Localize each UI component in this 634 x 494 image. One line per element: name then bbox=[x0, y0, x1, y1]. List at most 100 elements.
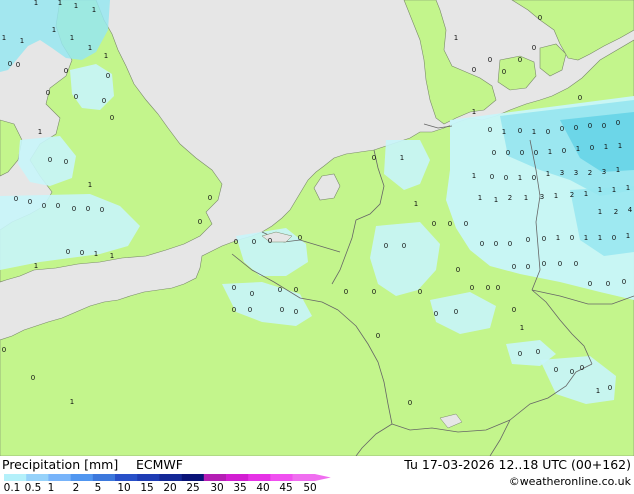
precip-value-label: 0 bbox=[612, 234, 616, 242]
precip-value-label: 0 bbox=[502, 68, 506, 76]
legend-tick-label: 0.1 bbox=[3, 482, 21, 494]
precip-value-label: 0 bbox=[488, 56, 492, 64]
credit-text: ©weatheronline.co.uk bbox=[508, 475, 631, 488]
precip-value-label: 0 bbox=[506, 149, 510, 157]
legend-tick-label: 30 bbox=[210, 482, 224, 494]
precip-value-label: 0 bbox=[488, 126, 492, 134]
legend-swatch bbox=[92, 474, 116, 481]
precip-value-label: 0 bbox=[536, 348, 540, 356]
precip-value-label: 1 bbox=[520, 324, 524, 332]
map-title: Precipitation [mm] bbox=[2, 457, 119, 472]
legend-tick-label: 10 bbox=[117, 482, 131, 494]
precip-value-label: 0 bbox=[558, 260, 562, 268]
precip-value-label: 0 bbox=[232, 306, 236, 314]
precip-value-label: 0 bbox=[512, 263, 516, 271]
precip-value-label: 0 bbox=[542, 235, 546, 243]
precip-value-label: 0 bbox=[42, 202, 46, 210]
precip-value-label: 0 bbox=[344, 288, 348, 296]
legend-swatch bbox=[181, 474, 205, 481]
precip-value-label: 3 bbox=[540, 193, 544, 201]
precip-value-label: 1 bbox=[34, 0, 38, 7]
precip-value-label: 0 bbox=[16, 61, 20, 69]
precip-value-label: 0 bbox=[372, 288, 376, 296]
legend-swatch bbox=[292, 474, 316, 481]
precip-value-label: 0 bbox=[198, 218, 202, 226]
precipitation-map: 1 1 1 1 1 1 1 1 1 1 0 0 0 0 0 0 0 0 1 0 0 1 0 0 0 0 0 0 0 0 0 1 0 0 1 1 0 0 0 0… bbox=[0, 0, 634, 456]
precip-value-label: 0 bbox=[520, 149, 524, 157]
precip-value-label: 1 bbox=[74, 2, 78, 10]
precip-value-label: 0 bbox=[232, 284, 236, 292]
precip-value-label: 3 bbox=[574, 169, 578, 177]
precip-value-label: 1 bbox=[548, 148, 552, 156]
precip-value-label: 2 bbox=[614, 208, 618, 216]
legend-swatch bbox=[70, 474, 94, 481]
precip-value-label: 1 bbox=[88, 44, 92, 52]
precip-value-label: 0 bbox=[80, 249, 84, 257]
precip-value-label: 0 bbox=[606, 280, 610, 288]
precip-value-label: 0 bbox=[560, 125, 564, 133]
precip-value-label: 0 bbox=[208, 194, 212, 202]
precip-value-label: 0 bbox=[490, 173, 494, 181]
precip-value-label: 0 bbox=[554, 366, 558, 374]
precip-value-label: 0 bbox=[384, 242, 388, 250]
precip-value-label: 1 bbox=[554, 192, 558, 200]
precip-value-label: 0 bbox=[622, 278, 626, 286]
precip-value-label: 1 bbox=[612, 186, 616, 194]
legend-tick-label: 40 bbox=[256, 482, 270, 494]
precip-value-label: 1 bbox=[52, 26, 56, 34]
precip-value-label: 0 bbox=[464, 220, 468, 228]
precip-value-label: 0 bbox=[590, 144, 594, 152]
precip-value-label: 0 bbox=[448, 220, 452, 228]
precip-value-label: 0 bbox=[234, 238, 238, 246]
precip-value-label: 0 bbox=[278, 286, 282, 294]
precip-value-label: 1 bbox=[618, 142, 622, 150]
precip-value-label: 0 bbox=[64, 158, 68, 166]
precip-value-label: 0 bbox=[518, 350, 522, 358]
precip-value-label: 0 bbox=[66, 248, 70, 256]
precip-value-label: 0 bbox=[48, 156, 52, 164]
weather-map-figure: 1111111111000000001001000000000100110000… bbox=[0, 0, 634, 494]
legend-tick-label: 2 bbox=[72, 482, 80, 494]
color-legend: 0.1 0.5 1 2 5 10 15 20 25 30 35 40 45 50 bbox=[0, 473, 331, 494]
precip-value-label: 1 bbox=[518, 174, 522, 182]
legend-swatch bbox=[137, 474, 160, 481]
precip-value-label: 0 bbox=[562, 147, 566, 155]
precip-value-label: 0 bbox=[372, 154, 376, 162]
precip-value-label: 1 bbox=[532, 128, 536, 136]
precip-value-label: 0 bbox=[486, 284, 490, 292]
precip-value-label: 1 bbox=[584, 190, 588, 198]
legend-swatch bbox=[248, 474, 271, 481]
precip-value-label: 1 bbox=[616, 166, 620, 174]
precip-value-label: 1 bbox=[598, 208, 602, 216]
precip-value-label: 0 bbox=[588, 280, 592, 288]
precip-value-label: 0 bbox=[518, 56, 522, 64]
precip-value-label: 0 bbox=[418, 288, 422, 296]
precip-value-label: 1 bbox=[104, 52, 108, 60]
precip-value-label: 1 bbox=[88, 181, 92, 189]
precip-value-label: 0 bbox=[526, 263, 530, 271]
precip-value-label: 0 bbox=[268, 237, 272, 245]
precip-value-label: 1 bbox=[20, 37, 24, 45]
precip-value-label: 1 bbox=[110, 252, 114, 260]
precip-value-label: 0 bbox=[280, 306, 284, 314]
precip-value-label: 0 bbox=[574, 260, 578, 268]
precip-value-label: 0 bbox=[248, 306, 252, 314]
precip-value-label: 0 bbox=[110, 114, 114, 122]
precip-value-label: 0 bbox=[608, 384, 612, 392]
precip-value-label: 3 bbox=[602, 168, 606, 176]
precip-value-label: 1 bbox=[414, 200, 418, 208]
precip-value-label: 1 bbox=[626, 232, 630, 240]
precip-value-label: 0 bbox=[492, 149, 496, 157]
precip-value-label: 0 bbox=[8, 60, 12, 68]
precip-value-label: 1 bbox=[596, 387, 600, 395]
precip-value-label: 1 bbox=[598, 234, 602, 242]
precip-value-label: 0 bbox=[480, 240, 484, 248]
precip-value-label: 0 bbox=[28, 198, 32, 206]
precip-value-label: 0 bbox=[472, 66, 476, 74]
legend-swatch bbox=[226, 474, 249, 481]
precip-value-label: 0 bbox=[64, 67, 68, 75]
precip-value-label: 3 bbox=[560, 169, 564, 177]
legend-swatch bbox=[115, 474, 138, 481]
model-name: ECMWF bbox=[136, 457, 183, 472]
precip-value-label: 1 bbox=[70, 34, 74, 42]
